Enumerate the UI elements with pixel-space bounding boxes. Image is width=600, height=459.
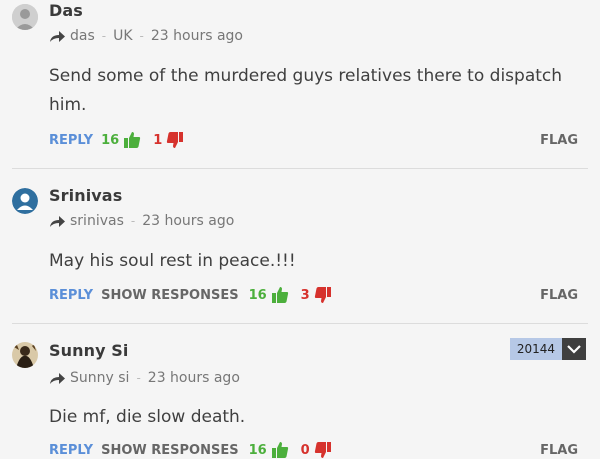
comment-srinivas: Srinivas srinivas - 23 hours ago May his…: [0, 169, 600, 323]
meta-separator: -: [139, 29, 144, 43]
comment-meta: das - UK - 23 hours ago: [49, 28, 243, 44]
downvote-count: 3: [300, 287, 310, 303]
comment-actions: REPLY SHOW RESPONSES 16 0 FLAG: [49, 441, 578, 459]
user-circle-avatar-icon[interactable]: [12, 188, 38, 214]
meta-separator: -: [130, 214, 136, 228]
comment-actions: REPLY 16 1 FLAG: [49, 131, 578, 149]
comment-meta: srinivas - 23 hours ago: [49, 213, 234, 229]
comment-das: Das das - UK - 23 hours ago Send some of…: [0, 0, 600, 168]
comment-sunny-si: Sunny Si 20144 Sunny si - 23 hours ago D…: [0, 324, 600, 458]
chevron-down-icon[interactable]: [562, 338, 586, 360]
thumbs-up-icon[interactable]: [271, 441, 289, 459]
flag-button[interactable]: FLAG: [540, 443, 578, 458]
default-avatar-icon[interactable]: [12, 4, 38, 30]
flag-button[interactable]: FLAG: [540, 288, 578, 303]
comment-handle[interactable]: Sunny si: [70, 370, 129, 386]
meta-separator: -: [136, 371, 141, 385]
flag-button[interactable]: FLAG: [540, 133, 578, 148]
meta-separator: -: [101, 29, 107, 43]
reply-button[interactable]: REPLY: [49, 443, 93, 458]
comment-handle[interactable]: srinivas: [70, 213, 124, 229]
comment-time: 23 hours ago: [147, 370, 240, 386]
share-arrow-icon: [50, 372, 65, 384]
comment-time: 23 hours ago: [150, 28, 243, 44]
comment-author[interactable]: Srinivas: [49, 186, 122, 205]
share-arrow-icon: [50, 30, 65, 42]
comment-author[interactable]: Sunny Si: [49, 341, 129, 360]
thumbs-down-icon[interactable]: [166, 131, 184, 149]
show-responses-button[interactable]: SHOW RESPONSES: [101, 443, 238, 458]
photo-avatar[interactable]: [12, 342, 38, 368]
thumbs-down-icon[interactable]: [314, 441, 332, 459]
comment-text: May his soul rest in peace.!!!: [49, 251, 296, 271]
score-value: 20144: [509, 338, 562, 360]
comment-location: UK: [113, 28, 133, 44]
reply-button[interactable]: REPLY: [49, 288, 93, 303]
comment-handle[interactable]: das: [70, 28, 95, 44]
upvote-count: 16: [248, 287, 267, 303]
upvote-count: 16: [101, 132, 120, 148]
thumbs-up-icon[interactable]: [271, 286, 289, 304]
thumbs-up-icon[interactable]: [123, 131, 141, 149]
share-arrow-icon: [50, 215, 65, 227]
comment-author[interactable]: Das: [49, 1, 83, 20]
reply-button[interactable]: REPLY: [49, 133, 93, 148]
comment-text: Send some of the murdered guys relatives…: [49, 66, 563, 115]
comment-text: Die mf, die slow death.: [49, 407, 246, 427]
upvote-count: 16: [248, 442, 267, 458]
comment-time: 23 hours ago: [142, 213, 235, 229]
comment-meta: Sunny si - 23 hours ago: [49, 370, 240, 386]
thumbs-down-icon[interactable]: [314, 286, 332, 304]
downvote-count: 0: [300, 442, 310, 458]
score-badge[interactable]: 20144: [509, 338, 586, 360]
comment-actions: REPLY SHOW RESPONSES 16 3 FLAG: [49, 286, 578, 304]
downvote-count: 1: [153, 132, 163, 148]
show-responses-button[interactable]: SHOW RESPONSES: [101, 288, 238, 303]
